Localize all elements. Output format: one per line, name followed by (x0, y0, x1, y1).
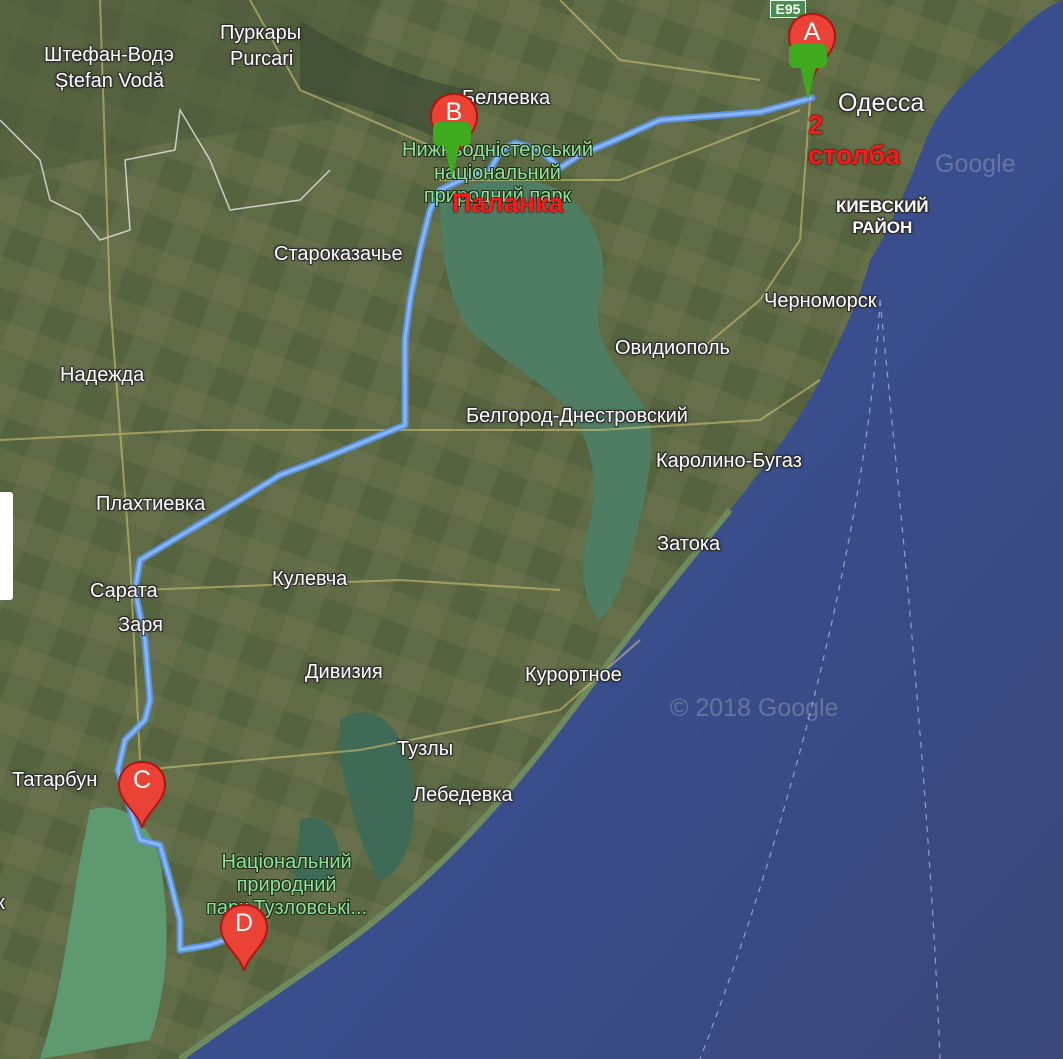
copyright-watermark: © 2018 Google (670, 694, 839, 722)
label-purkary: Пуркары (220, 22, 302, 44)
annotation-two-poles: 2 столба (808, 110, 901, 170)
label-starokazache: Староказачье (274, 243, 403, 265)
marker-d-letter: D (234, 909, 254, 937)
label-kievsky-district: КИЕВСКИЙ РАЙОН (836, 197, 929, 237)
label-belgorod: Белгород-Днестровский (466, 405, 688, 427)
label-diviziya: Дивизия (305, 661, 383, 683)
annotation-palanka: Паланка (452, 188, 564, 218)
marker-c[interactable]: C (116, 760, 168, 830)
label-ovidiopol: Овидиополь (615, 337, 730, 359)
label-plakhtievka: Плахтиевка (96, 493, 206, 515)
label-kulevcha: Кулевча (272, 568, 348, 590)
label-kurortnoe: Курортное (525, 664, 622, 686)
label-zatoka: Затока (657, 533, 721, 555)
marker-d[interactable]: D (218, 903, 270, 973)
marker-c-letter: C (132, 766, 152, 794)
label-shtefan-voda: Штефан-Водэ (44, 44, 174, 66)
flag-icon (789, 44, 827, 100)
label-chernomorsk: Черноморск (764, 290, 877, 312)
label-lebedevka: Лебедевка (413, 784, 513, 806)
label-shtefan-voda-latin: Ștefan Vodă (55, 70, 164, 92)
label-left-edge: к (0, 892, 5, 914)
label-tatarbunary: Татарбун (12, 769, 98, 791)
label-zarya: Заря (118, 614, 163, 636)
map-zoom-control[interactable] (0, 492, 13, 600)
label-tuzly: Тузлы (397, 738, 454, 760)
google-watermark: Google (935, 150, 1016, 178)
label-nadezhda: Надежда (60, 364, 145, 386)
label-purcari: Purcari (230, 48, 294, 70)
label-sarata: Сарата (90, 580, 158, 602)
flag-icon (433, 122, 471, 178)
label-karolino-bugaz: Каролино-Бугаз (656, 450, 802, 472)
